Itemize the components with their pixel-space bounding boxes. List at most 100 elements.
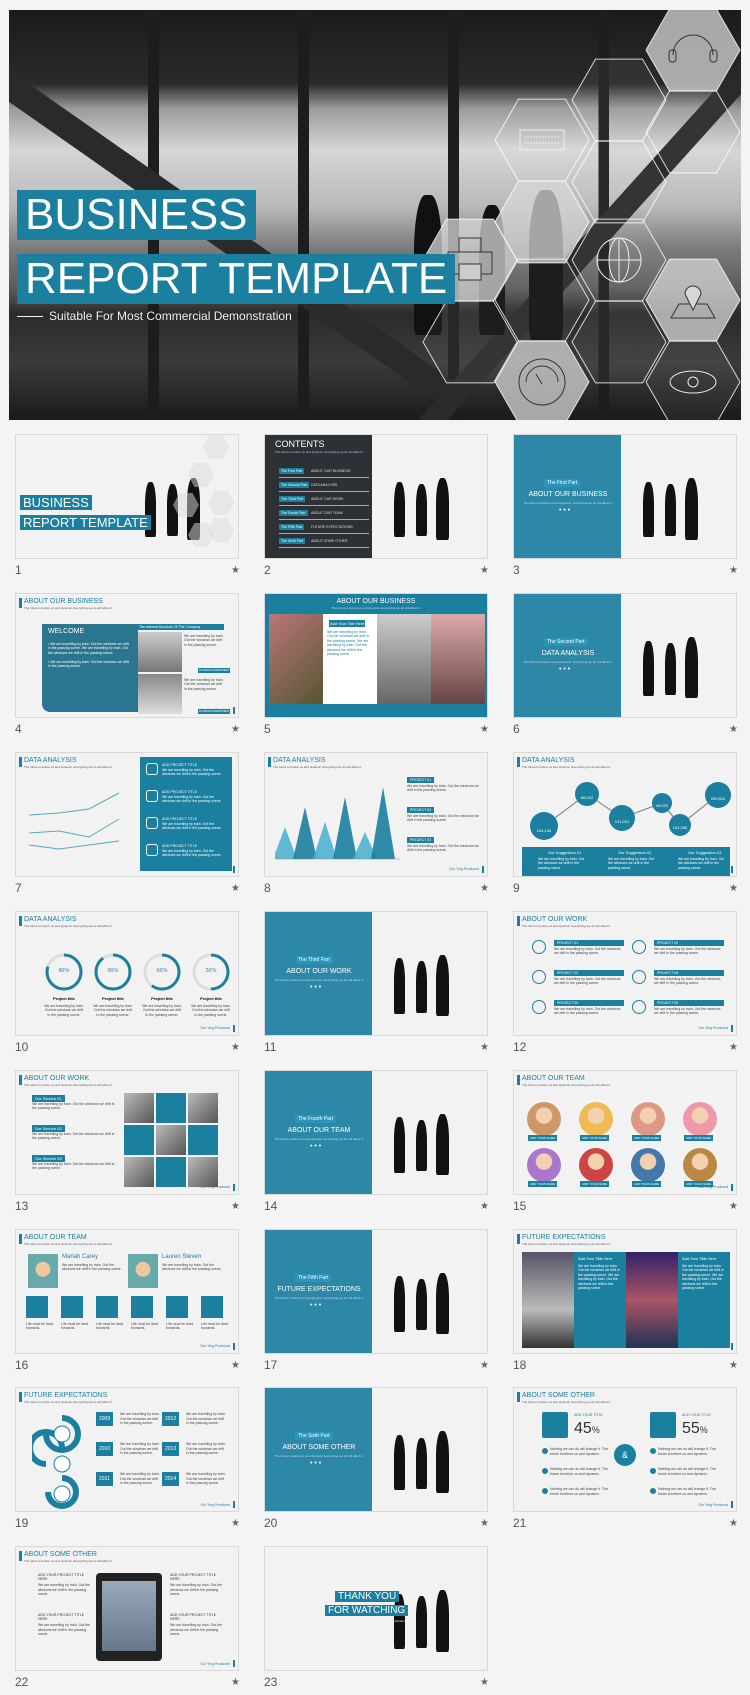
- favorite-star-icon[interactable]: ★: [231, 1677, 240, 1688]
- slide-thumbnail-1[interactable]: BUSINESS REPORT TEMPLATE: [15, 434, 239, 559]
- footer-text: Our Ying Produced: [200, 1502, 230, 1507]
- section-part: The Fifth Part: [295, 1273, 332, 1282]
- favorite-star-icon[interactable]: ★: [480, 1042, 489, 1053]
- photo: [124, 1092, 154, 1123]
- contents-item[interactable]: The Fifth Part FUTURE EXPECTATIONS: [279, 523, 369, 534]
- slide-title: ABOUT OUR WORK: [24, 1074, 90, 1082]
- slide-number: 14: [264, 1198, 278, 1213]
- department-tag: PLANNING DEPARTMENT: [198, 667, 231, 673]
- hero-title-line2: REPORT TEMPLATE: [17, 254, 456, 304]
- favorite-star-icon[interactable]: ★: [729, 1518, 738, 1529]
- silhouette: [642, 640, 654, 696]
- slide-thumbnail-17[interactable]: The Fifth Part FUTURE EXPECTATIONS The fut…: [264, 1228, 488, 1354]
- part-label: The Fourth Part: [279, 510, 308, 516]
- favorite-star-icon[interactable]: ★: [231, 724, 240, 735]
- slide-thumbnail-18[interactable]: FUTURE EXPECTATIONS The future is before …: [513, 1228, 737, 1354]
- slide-number: 8: [264, 880, 271, 895]
- footer-bar: [233, 706, 235, 714]
- slide-thumbnail-16[interactable]: ABOUT OUR TEAM The future is before us an…: [15, 1228, 239, 1354]
- favorite-star-icon[interactable]: ★: [231, 1042, 240, 1053]
- slide-thumbnail-4[interactable]: ABOUT OUR BUSINESS The future is before u…: [15, 592, 239, 718]
- slide-thumbnail-10[interactable]: DATA ANALYSIS The future is before us and…: [15, 910, 239, 1036]
- avatar: [631, 1101, 665, 1136]
- skill-icon-tile: [201, 1295, 223, 1318]
- favorite-star-icon[interactable]: ★: [729, 565, 738, 576]
- favorite-star-icon[interactable]: ★: [480, 1360, 489, 1371]
- slide-thumbnail-2[interactable]: CONTENTS The future is before us and dyna…: [264, 434, 488, 559]
- thanks-subtitle: Suitable For Most Commercial Demonstrati…: [345, 1619, 406, 1624]
- avatar: [579, 1101, 613, 1136]
- section-part: The Second Part: [544, 637, 588, 646]
- slide-thumbnail-6[interactable]: The Second Part DATA ANALYSIS The future i…: [513, 592, 737, 718]
- percent-value: 45: [574, 1420, 592, 1438]
- favorite-star-icon[interactable]: ★: [729, 1201, 738, 1212]
- favorite-star-icon[interactable]: ★: [729, 1042, 738, 1053]
- favorite-star-icon[interactable]: ★: [480, 565, 489, 576]
- favorite-star-icon[interactable]: ★: [729, 1360, 738, 1371]
- slide-number: 18: [513, 1357, 527, 1372]
- favorite-star-icon[interactable]: ★: [480, 1677, 489, 1688]
- contents-item[interactable]: The Third Part ABOUT OUR WORK: [279, 495, 369, 506]
- slide-thumbnail-21[interactable]: ABOUT SOME OTHER The future is before us …: [513, 1387, 737, 1513]
- contents-item[interactable]: The Fourth Part ABOUT OUR TEAM: [279, 509, 369, 520]
- work-icon: [532, 999, 546, 1014]
- cover-title-line1: BUSINESS: [20, 495, 92, 510]
- section-subtitle: The future is before us and dynamic. Eve…: [274, 977, 364, 982]
- slide-thumbnail-8[interactable]: DATA ANALYSIS The future is before us and…: [264, 751, 488, 877]
- section-title: ABOUT OUR TEAM: [287, 1126, 351, 1134]
- silhouette: [393, 958, 405, 1014]
- slide-thumbnail-19[interactable]: FUTURE EXPECTATIONS The future is before …: [15, 1387, 239, 1513]
- favorite-star-icon[interactable]: ★: [231, 565, 240, 576]
- main-slide-preview[interactable]: BUSINESS REPORT TEMPLATE Suitable For Mo…: [9, 10, 741, 420]
- bubble-value: 200,810: [710, 796, 726, 802]
- slide-thumbnail-20[interactable]: The Sixth Part ABOUT SOME OTHER The future…: [264, 1387, 488, 1513]
- contents-item[interactable]: The Second Part DATA ANALYSIS: [279, 481, 369, 492]
- project-title: Project title: [200, 995, 222, 1001]
- favorite-star-icon[interactable]: ★: [729, 883, 738, 894]
- footer-bar: [233, 1501, 235, 1509]
- photo: [188, 1156, 218, 1187]
- slide-thumbnail-3[interactable]: The First Part ABOUT OUR BUSINESS The futu…: [513, 434, 737, 559]
- structure-header: The Internal Structure Of The Company: [138, 623, 224, 630]
- footer-text: Our Ying Produced: [200, 1344, 230, 1348]
- slide-thumbnail-7[interactable]: DATA ANALYSIS The future is before us and…: [15, 751, 239, 877]
- slide-subtitle: The future is before us and dynamic. Eve…: [24, 764, 113, 769]
- favorite-star-icon[interactable]: ★: [480, 883, 489, 894]
- photo: [188, 1092, 218, 1123]
- triangle-chart: [275, 786, 400, 860]
- favorite-star-icon[interactable]: ★: [231, 1360, 240, 1371]
- silhouette: [435, 1113, 450, 1176]
- slide-thumbnail-15[interactable]: ABOUT OUR TEAM The future is before us an…: [513, 1069, 737, 1195]
- slide-thumbnail-14[interactable]: The Fourth Part ABOUT OUR TEAM The future …: [264, 1069, 488, 1195]
- favorite-star-icon[interactable]: ★: [231, 883, 240, 894]
- data-bubble: 131,260: [669, 813, 691, 836]
- cycle-arrows: [32, 1415, 81, 1510]
- slide-number: 19: [15, 1516, 29, 1531]
- silhouette: [415, 1278, 428, 1331]
- slide-thumbnail-11[interactable]: The Third Part ABOUT OUR WORK The future i…: [264, 910, 488, 1036]
- service-label: Our Service 02: [32, 1124, 65, 1132]
- hexagon: [494, 98, 590, 182]
- slide-thumbnail-9[interactable]: DATA ANALYSIS The future is before us and…: [513, 751, 737, 877]
- service-icon-tile: [124, 1124, 154, 1155]
- contents-item[interactable]: The Sixth Part ABOUT SOME OTHER: [279, 537, 369, 548]
- project-title: ADD YOUR PROJECT TITLE HERE: [38, 1573, 85, 1582]
- project-title: Project title: [53, 995, 75, 1001]
- bubble-value: 224,130: [536, 827, 552, 833]
- slide-thumbnail-13[interactable]: ABOUT OUR WORK The future is before us an…: [15, 1069, 239, 1195]
- favorite-star-icon[interactable]: ★: [231, 1201, 240, 1212]
- favorite-star-icon[interactable]: ★: [480, 1518, 489, 1529]
- footer-bar: [233, 1183, 235, 1191]
- favorite-star-icon[interactable]: ★: [480, 724, 489, 735]
- favorite-star-icon[interactable]: ★: [480, 1201, 489, 1212]
- slide-thumbnail-5[interactable]: ABOUT OUR BUSINESS The future is before u…: [264, 592, 488, 718]
- contents-item[interactable]: The First Part ABOUT OUR BUSINESS: [279, 467, 369, 478]
- ring-label: 80%: [58, 967, 70, 974]
- project-label: PROJECT 01: [554, 939, 624, 946]
- slide-thumbnail-22[interactable]: ABOUT SOME OTHER The future is before us …: [15, 1546, 239, 1672]
- favorite-star-icon[interactable]: ★: [231, 1518, 240, 1529]
- slide-thumbnail-12[interactable]: ABOUT OUR WORK The future is before us an…: [513, 910, 737, 1036]
- slide-thumbnail-23[interactable]: THANK YOU FOR WATCHING Suitable For Most C…: [264, 1546, 488, 1672]
- favorite-star-icon[interactable]: ★: [729, 724, 738, 735]
- title-accent-bar: [517, 1074, 520, 1085]
